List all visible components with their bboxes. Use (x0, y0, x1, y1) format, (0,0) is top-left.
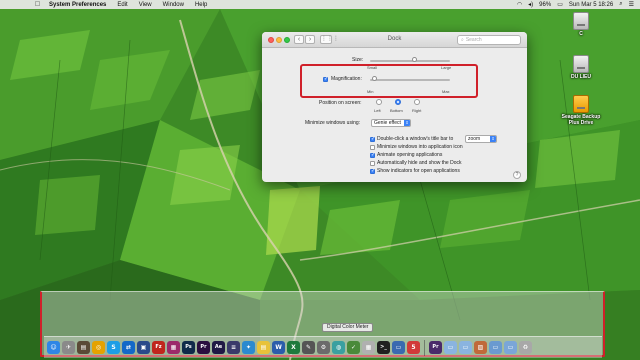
menu-bar:  System Preferences Edit View Window He… (0, 0, 640, 9)
autohide-label: Automatically hide and show the Dock (377, 160, 462, 166)
indicators-label: Show indicators for open applications (377, 168, 460, 174)
teamviewer-icon[interactable]: ⇄ (122, 341, 135, 354)
minimize-into-icon-label: Minimize windows into application icon (377, 144, 463, 150)
size-label: Size: (352, 57, 364, 63)
chrome-icon[interactable]: ◎ (92, 341, 105, 354)
autohide-checkbox[interactable] (370, 161, 375, 166)
search-field[interactable]: ⌕ Search (457, 35, 521, 45)
desktop-icon-label: DU LIEU (571, 74, 591, 80)
hard-drive-icon (573, 55, 589, 73)
trash-icon[interactable]: ♻ (519, 341, 532, 354)
desktop-drive-c[interactable]: C (557, 12, 605, 37)
battery-percent[interactable]: 96% (539, 2, 551, 8)
battery-icon[interactable]: ▭ (557, 1, 563, 8)
word-icon[interactable]: W (272, 341, 285, 354)
position-bottom-radio[interactable] (395, 99, 401, 105)
search-icon: ⌕ (461, 37, 464, 43)
skype-icon[interactable]: S (107, 341, 120, 354)
notes-icon[interactable]: ▤ (257, 341, 270, 354)
desktop-drive-seagate[interactable]: Seagate Backup Plus Drive (557, 95, 605, 126)
app-icon[interactable]: ▦ (167, 341, 180, 354)
desktop-icon-label: C (579, 31, 583, 37)
position-right-label: Right (412, 108, 422, 113)
position-label: Position on screen: (319, 100, 362, 106)
wifi-icon[interactable]: ◠ (517, 1, 522, 8)
menu-help[interactable]: Help (195, 2, 207, 8)
terminal-icon[interactable]: >_ (377, 341, 390, 354)
minimize-effect-popup[interactable]: Genie effect ⇕ (371, 119, 411, 127)
external-drive-icon (573, 95, 589, 113)
doubleclick-action-popup[interactable]: zoom ⇕ (465, 135, 497, 143)
premiere-doc-icon[interactable]: Pr (429, 341, 442, 354)
minimize-into-icon-checkbox[interactable] (370, 145, 375, 150)
calendar-icon[interactable]: ▦ (362, 341, 375, 354)
app-icon[interactable]: ✎ (302, 341, 315, 354)
folder-icon[interactable]: ▭ (459, 341, 472, 354)
dock: ☺ ✈ ▤ ◎ S ⇄ ▣ Fz ▦ Ps Pr Ae ≡ ✦ ▤ W X ✎ ⚙ ◍ ✓ ▦ >_ ▭ 5 Pr ▭ ▭ ▨ ▭ ▭ ♻ (44, 336, 602, 358)
minimize-effect-value: Genie effect (374, 120, 401, 126)
after-effects-icon[interactable]: Ae (212, 341, 225, 354)
position-right-radio[interactable] (414, 99, 420, 105)
position-left-radio[interactable] (376, 99, 382, 105)
minimize-using-label: Minimize windows using: (305, 120, 361, 126)
folder-icon[interactable]: ▭ (489, 341, 502, 354)
window-titlebar[interactable]: ‹ › ⋮⋮⋮ Dock ⌕ Search (262, 32, 527, 48)
image-icon[interactable]: ▨ (474, 341, 487, 354)
search-icon[interactable]: ⌕ (619, 1, 622, 8)
filezilla-icon[interactable]: Fz (152, 341, 165, 354)
help-button[interactable]: ? (513, 171, 521, 179)
menu-edit[interactable]: Edit (117, 2, 127, 8)
volume-icon[interactable]: ◂) (528, 1, 533, 8)
dock-preferences-window: ‹ › ⋮⋮⋮ Dock ⌕Search Size: Small Large M… (262, 32, 527, 182)
doubleclick-label: Double-click a window's title bar to (377, 136, 454, 142)
doubleclick-action-value: zoom (468, 136, 481, 142)
app-icon[interactable]: ✓ (347, 341, 360, 354)
animate-checkbox[interactable] (370, 152, 375, 158)
system-preferences-icon[interactable]: ⚙ (317, 341, 330, 354)
size-slider[interactable] (370, 60, 450, 62)
magnification-highlight-box (300, 64, 478, 98)
dock-separator (424, 339, 425, 356)
chevron-updown-icon: ⇕ (404, 120, 410, 126)
chevron-updown-icon: ⇕ (490, 136, 496, 142)
excel-icon[interactable]: X (287, 341, 300, 354)
position-bottom-label: Bottom (390, 108, 403, 113)
hard-drive-icon (573, 12, 589, 30)
menu-view[interactable]: View (139, 2, 152, 8)
size-slider-knob[interactable] (411, 57, 417, 62)
launchpad-icon[interactable]: ✈ (62, 341, 75, 354)
desktop-drive-du-lieu[interactable]: DU LIEU (557, 55, 605, 80)
app-icon[interactable]: ◍ (332, 341, 345, 354)
apple-menu-icon[interactable]:  (33, 1, 42, 8)
calendar-date-icon[interactable]: 5 (407, 341, 420, 354)
finder-icon[interactable]: ☺ (47, 341, 60, 354)
safari-icon[interactable]: ✦ (242, 341, 255, 354)
clock[interactable]: Sun Mar 5 18:26 (569, 2, 613, 8)
position-left-label: Left (374, 108, 381, 113)
doubleclick-checkbox[interactable] (370, 136, 375, 142)
search-placeholder: Search (465, 37, 482, 43)
notification-center-icon[interactable]: ☰ (629, 1, 634, 8)
app-icon[interactable]: ▭ (392, 341, 405, 354)
app-icon[interactable]: ≡ (227, 341, 240, 354)
animate-label: Animate opening applications (377, 152, 443, 158)
virtualbox-icon[interactable]: ▣ (137, 341, 150, 354)
photo-icon[interactable]: ▤ (77, 341, 90, 354)
folder-icon[interactable]: ▭ (504, 341, 517, 354)
menu-window[interactable]: Window (163, 2, 184, 8)
premiere-icon[interactable]: Pr (197, 341, 210, 354)
indicators-checkbox[interactable] (370, 168, 375, 174)
dock-tooltip: Digital Color Meter (322, 323, 374, 332)
menu-app-name[interactable]: System Preferences (49, 2, 106, 8)
photoshop-icon[interactable]: Ps (182, 341, 195, 354)
folder-icon[interactable]: ▭ (444, 341, 457, 354)
desktop-icon-label: Seagate Backup Plus Drive (561, 114, 601, 126)
